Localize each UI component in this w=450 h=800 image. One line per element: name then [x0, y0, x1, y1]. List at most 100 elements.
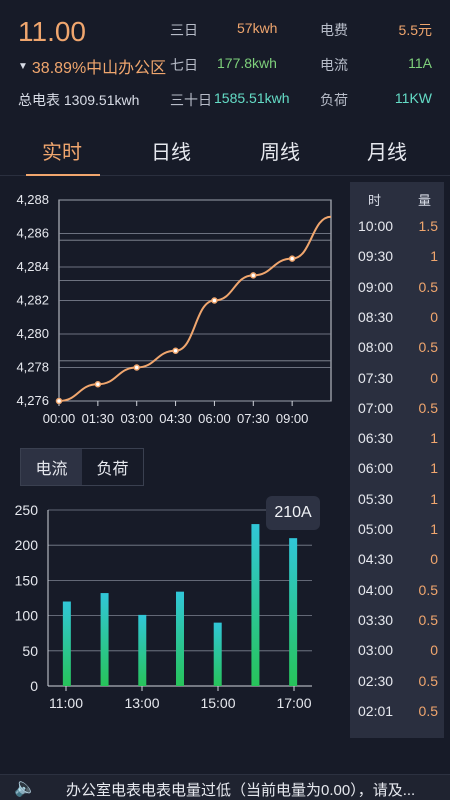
row-value: 0.5	[418, 581, 438, 598]
row-time: 09:00	[358, 278, 394, 295]
x-tick-label: 06:00	[198, 411, 231, 426]
x-tick-label: 11:00	[49, 695, 83, 711]
row-value: 1.5	[418, 218, 438, 234]
y-tick-label: 4,286	[16, 226, 49, 241]
row-value: 1	[430, 490, 438, 507]
data-point	[55, 397, 63, 405]
data-point	[94, 381, 102, 388]
caret-down-icon: ▼	[18, 60, 28, 72]
stat-30day-label: 三十日	[170, 92, 212, 108]
table-row: 08:00 0.5	[350, 339, 444, 369]
row-time: 08:30	[358, 308, 394, 325]
row-time: 06:30	[358, 430, 394, 447]
stat-3day-value: 57kwh	[237, 20, 278, 36]
row-value: 1	[430, 521, 438, 537]
bar	[251, 524, 260, 686]
data-point	[133, 364, 140, 371]
row-value: 0.5	[418, 278, 438, 295]
fee-label: 电费	[320, 22, 348, 38]
x-tick-label: 01:30	[82, 411, 115, 426]
data-point	[211, 297, 218, 304]
header-panel: 11.00 ▼ 38.89%中山办公区 总电表 1309.51kwh 三日 57…	[0, 0, 450, 120]
bar	[289, 538, 298, 686]
table-row: 07:30 0	[350, 370, 444, 400]
y-tick-label: 4,282	[16, 293, 49, 308]
x-tick-label: 09:00	[276, 411, 309, 426]
hourly-usage-table: 时 量 10:00 1.5 09:30 1 09:00 0.5 08:30 0 08:00 0.5…	[350, 182, 444, 738]
table-row: 07:00 0.5	[350, 400, 444, 430]
alert-marquee[interactable]: 🔈 办公室电表电表电量过低（当前电量为0.00），请及...	[0, 774, 450, 800]
table-row: 04:30 0	[350, 551, 444, 581]
row-time: 07:30	[358, 369, 394, 386]
row-value: 1	[430, 248, 438, 265]
bar	[62, 601, 71, 686]
row-value: 1	[430, 460, 438, 477]
stat-30day-value: 1585.51kwh	[214, 90, 290, 106]
speaker-icon: 🔈	[14, 777, 37, 797]
row-value: 1	[430, 430, 438, 447]
bar	[213, 622, 222, 686]
subtab-current[interactable]: 电流	[21, 449, 82, 485]
bar	[176, 591, 184, 686]
bar-chart-toggle: 电流 负荷	[20, 448, 144, 486]
table-row: 08:30 0	[350, 309, 444, 339]
bar	[138, 614, 147, 686]
y-tick-label: 150	[15, 572, 39, 588]
tab-daily[interactable]: 日线	[131, 136, 211, 165]
row-time: 06:00	[358, 460, 394, 477]
x-tick-label: 03:00	[120, 411, 153, 426]
table-row: 04:00 0.5	[350, 582, 444, 612]
stat-7day-value: 177.8kwh	[217, 55, 277, 71]
y-tick-label: 4,284	[16, 259, 49, 274]
table-row: 05:30 1	[350, 491, 444, 521]
time-column-header: 时	[368, 193, 382, 208]
row-value: 0	[430, 642, 438, 659]
series-line	[58, 215, 332, 402]
row-time: 04:30	[358, 551, 394, 568]
y-tick-label: 100	[15, 608, 39, 624]
tab-realtime[interactable]: 实时	[22, 136, 102, 165]
current-label: 电流	[320, 57, 348, 73]
table-row: 02:01 0.5	[350, 703, 444, 733]
x-tick-label: 07:30	[237, 411, 270, 426]
row-time: 05:00	[358, 521, 394, 537]
alert-text: 办公室电表电表电量过低（当前电量为0.00），请及...	[66, 782, 416, 799]
x-tick-label: 04:30	[159, 411, 192, 426]
amount-column-header: 量	[418, 193, 432, 208]
table-row: 09:30 1	[350, 248, 444, 278]
table-header: 时 量	[350, 190, 444, 210]
bar-tooltip: 210A	[266, 496, 320, 530]
row-time: 03:30	[358, 611, 394, 628]
tab-monthly[interactable]: 月线	[347, 136, 427, 165]
row-time: 08:00	[358, 339, 394, 356]
subtab-load[interactable]: 负荷	[82, 449, 143, 485]
y-tick-label: 4,288	[16, 192, 49, 207]
row-time: 03:00	[358, 642, 394, 659]
y-tick-label: 0	[30, 678, 38, 694]
y-tick-label: 4,276	[16, 393, 49, 408]
fee-value: 5.5元	[398, 22, 432, 38]
x-tick-label: 17:00	[276, 695, 311, 711]
x-tick-label: 13:00	[124, 695, 159, 711]
current-value-amp: 11A	[408, 55, 432, 71]
y-tick-label: 250	[15, 502, 39, 518]
y-tick-label: 4,280	[16, 326, 49, 341]
location-selector[interactable]: ▼ 38.89%中山办公区	[18, 54, 166, 78]
percent-location: 38.89%中山办公区	[31, 60, 167, 77]
load-label: 负荷	[320, 92, 348, 108]
row-value: 0	[430, 369, 438, 386]
table-row: 03:00 0	[350, 642, 444, 672]
table-row: 03:30 0.5	[350, 612, 444, 642]
row-value: 0.5	[418, 672, 438, 689]
load-value: 11KW	[394, 90, 432, 106]
row-value: 0.5	[418, 399, 438, 416]
y-tick-label: 4,278	[16, 360, 49, 375]
meter-reading-line-chart: 4,276 4,278 4,280 4,282 4,284 4,286 4,288 00:00…	[16, 192, 332, 426]
row-time: 09:30	[358, 248, 394, 265]
table-row: 06:30 1	[350, 430, 444, 460]
table-row: 09:00 0.5	[350, 279, 444, 309]
tab-weekly[interactable]: 周线	[240, 136, 320, 165]
x-tick-label: 15:00	[200, 695, 235, 711]
period-tabs: 实时 日线 周线 月线	[0, 124, 450, 176]
row-value: 0.5	[418, 339, 438, 356]
